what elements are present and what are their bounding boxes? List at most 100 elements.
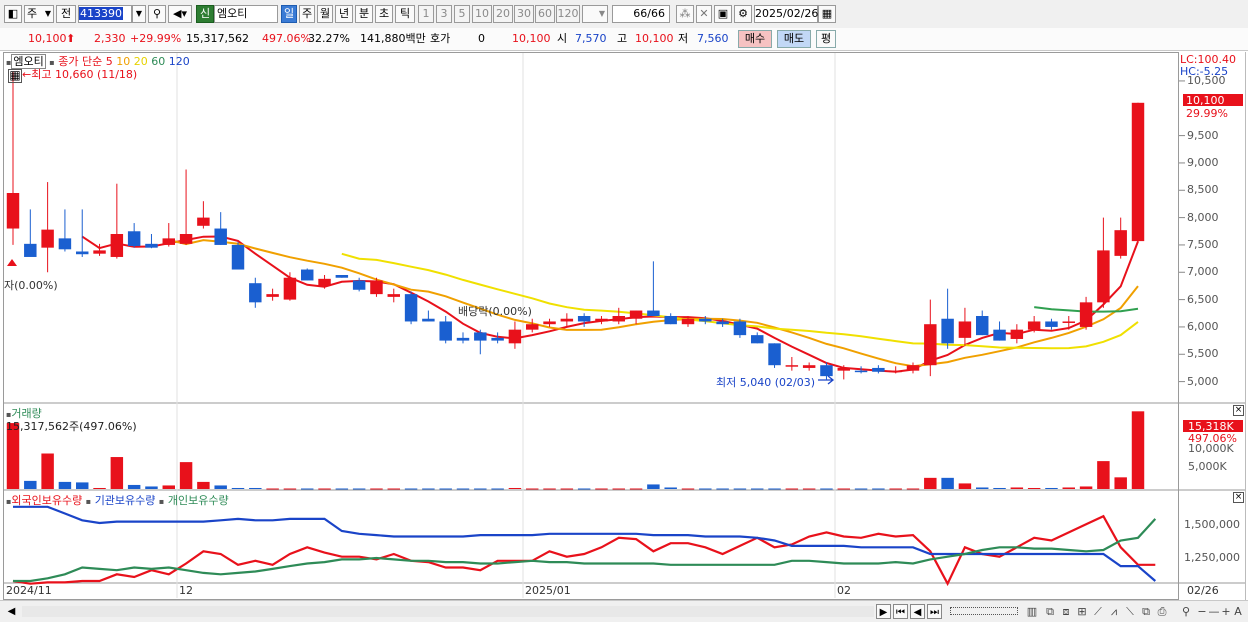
- x-label-end: 02/26: [1187, 584, 1219, 597]
- volume-bar: [145, 486, 158, 489]
- candle-body: [231, 244, 245, 270]
- candle-body: [24, 243, 37, 257]
- candle-body: [145, 243, 158, 248]
- low-annotation: 최저 5,040 (02/03): [716, 376, 816, 389]
- volume-bar: [491, 488, 504, 490]
- volume-bar: [820, 488, 833, 490]
- draw-line-icon[interactable]: ⟍: [1122, 604, 1138, 619]
- zoom-icon[interactable]: ⚲: [1178, 604, 1194, 619]
- candle-body: [335, 275, 349, 278]
- candle-body: [58, 238, 72, 250]
- zoom-slider[interactable]: [950, 607, 1018, 615]
- volume-bar: [197, 481, 210, 489]
- candle-body: [301, 269, 314, 281]
- volume-bar: [837, 488, 850, 490]
- volume-bar: [370, 488, 383, 490]
- scroll-track[interactable]: [22, 606, 874, 617]
- candle-body: [76, 251, 89, 255]
- volume-bar: [283, 488, 297, 490]
- last-page-icon[interactable]: ⏭: [927, 604, 942, 619]
- volume-bar: [266, 488, 279, 490]
- volume-bar: [1062, 487, 1075, 489]
- volume-bar: [543, 488, 556, 490]
- print-icon[interactable]: ⎙: [1154, 604, 1170, 619]
- auto-scale-icon[interactable]: A: [1230, 604, 1246, 619]
- chart-type-icon[interactable]: ▥: [1024, 604, 1040, 619]
- volume-bar: [110, 457, 124, 489]
- volume-bar: [595, 488, 608, 490]
- volume-bar: [439, 488, 452, 490]
- volume-bar: [647, 484, 660, 489]
- volume-bar: [664, 487, 677, 489]
- candle-body: [422, 318, 435, 322]
- volume-bar: [179, 462, 193, 489]
- holdings-close-icon[interactable]: ×: [1233, 492, 1244, 503]
- layout-split-icon[interactable]: ⧈: [1058, 604, 1074, 619]
- scroll-bar[interactable]: ◀ ▶ ⏮ ◀ ⏭ ▥ ⧉ ⧈ ⊞ ⟋ ⩘ ⟍ ⧉ ⎙ ⚲ − — + A: [0, 600, 1248, 622]
- candle-body: [456, 337, 470, 341]
- candle-body: [889, 370, 902, 373]
- candle-body: [976, 316, 989, 336]
- candle-body: [941, 318, 954, 344]
- volume-bar: [941, 477, 954, 489]
- candle-body: [1097, 250, 1110, 303]
- candle-body: [1131, 102, 1145, 242]
- candle-body: [993, 329, 1006, 341]
- candle-body: [474, 332, 487, 341]
- candle-body: [318, 278, 331, 286]
- volume-bar: [1079, 486, 1093, 489]
- prev-page-icon[interactable]: ◀: [910, 604, 925, 619]
- volume-bar: [577, 488, 591, 490]
- candle-body: [1045, 321, 1058, 327]
- candle-body: [595, 318, 608, 322]
- compare-icon[interactable]: ⧉: [1042, 604, 1058, 619]
- candle-body: [508, 329, 522, 344]
- candle-body: [802, 365, 816, 368]
- copy-icon[interactable]: ⧉: [1138, 604, 1154, 619]
- candle-body: [699, 318, 712, 322]
- dividend-annotation: 배당락(0.00%): [458, 305, 532, 318]
- volume-bar: [24, 480, 37, 489]
- chart-svg[interactable]: [0, 0, 1248, 621]
- legend-ma-60: 60: [151, 55, 166, 68]
- scroll-left-icon[interactable]: ◀: [4, 604, 19, 619]
- first-page-icon[interactable]: ⏮: [893, 604, 908, 619]
- candle-body: [387, 294, 400, 297]
- candle-body: [41, 229, 54, 248]
- trend-line-icon[interactable]: ⟋: [1090, 604, 1106, 619]
- candle-body: [179, 234, 193, 244]
- volume-bar: [404, 488, 418, 490]
- volume-close-icon[interactable]: ×: [1233, 405, 1244, 416]
- candle-body: [872, 367, 885, 372]
- volume-bar: [785, 488, 799, 490]
- candle-body: [664, 316, 677, 325]
- scroll-right-icon[interactable]: ▶: [876, 604, 891, 619]
- x-label-feb: 02: [837, 584, 851, 597]
- candle-body: [526, 324, 539, 330]
- volume-bar: [924, 477, 937, 489]
- holdings-legend: ▪외국인보유수량 ▪ 기관보유수량 ▪ 개인보유수량: [6, 492, 229, 508]
- left-marker-icon: [7, 259, 17, 266]
- indicator-icon[interactable]: ⊞: [1074, 604, 1090, 619]
- volume-bar: [1097, 461, 1110, 489]
- price-tick-label: 8,500: [1187, 183, 1219, 197]
- volume-bar: [716, 488, 729, 490]
- candle-body: [681, 318, 695, 325]
- left-annotation: 자(0.00%): [4, 279, 58, 292]
- price-tick-label: 10,500: [1187, 73, 1226, 87]
- candle-body: [820, 365, 833, 377]
- candle-body: [162, 238, 175, 245]
- volume-bar: [681, 488, 695, 490]
- candle-body: [352, 280, 366, 290]
- volume-bar: [1010, 487, 1024, 489]
- volume-bar: [318, 488, 331, 490]
- fibo-icon[interactable]: ⩘: [1106, 604, 1122, 619]
- volume-tick-10000k: 10,000K: [1188, 442, 1234, 455]
- candle-body: [854, 370, 868, 373]
- legend-individual: 개인보유수량: [167, 494, 229, 507]
- low-arrow-icon: [818, 375, 835, 385]
- calendar-icon[interactable]: ▦: [8, 69, 22, 83]
- x-label-dec: 12: [179, 584, 193, 597]
- candle-body: [93, 250, 106, 254]
- price-tick-label: 9,500: [1187, 128, 1219, 142]
